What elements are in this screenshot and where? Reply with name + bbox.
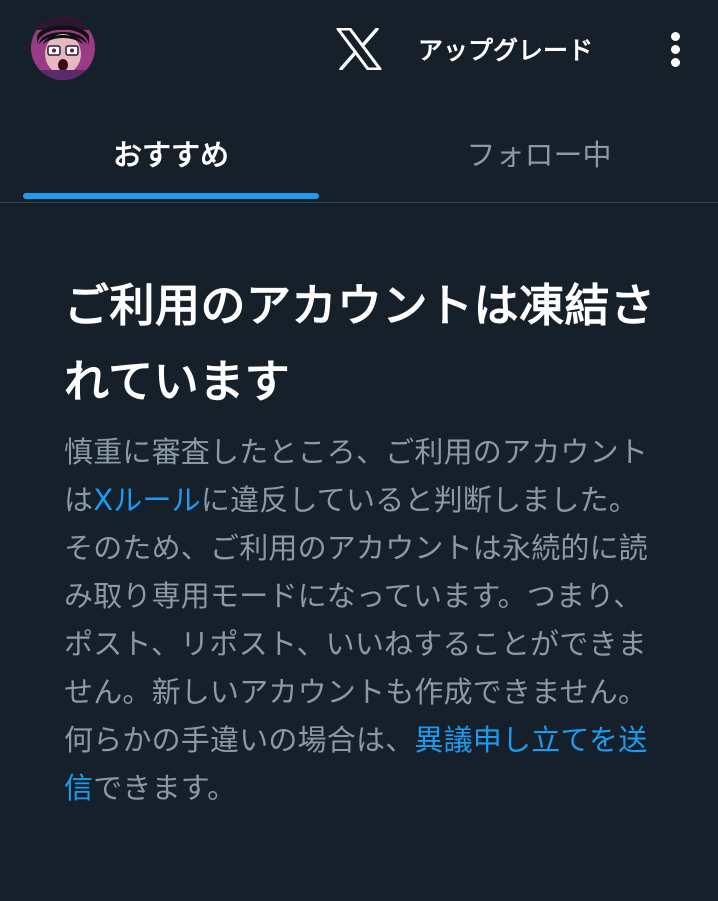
avatar-image xyxy=(31,16,95,80)
top-app-bar: アップグレード xyxy=(0,0,718,104)
tab-following[interactable]: フォロー中 xyxy=(360,104,718,202)
notice-body: 慎重に審査したところ、ご利用のアカウントはXルールに違反していると判断しました。… xyxy=(64,428,664,812)
tab-recommended[interactable]: おすすめ xyxy=(0,104,342,202)
upgrade-button[interactable]: アップグレード xyxy=(404,26,607,72)
notice-title: ご利用のアカウントは凍結されています xyxy=(64,279,656,408)
notice-body-text: できます。 xyxy=(93,771,237,805)
x-logo-icon[interactable] xyxy=(336,27,382,71)
active-tab-indicator xyxy=(23,193,319,199)
notice-body-text: に違反していると判断しました。そのため、ご利用のアカウントは永続的に読み取り専用… xyxy=(64,483,649,757)
more-vertical-icon[interactable] xyxy=(656,26,696,72)
profile-avatar[interactable] xyxy=(31,16,95,80)
timeline-tabs: おすすめ フォロー中 xyxy=(0,104,718,203)
suspension-notice: ご利用のアカウントは凍結されています 慎重に審査したところ、ご利用のアカウントは… xyxy=(64,268,664,812)
x-rules-link[interactable]: Xルール xyxy=(93,483,201,517)
